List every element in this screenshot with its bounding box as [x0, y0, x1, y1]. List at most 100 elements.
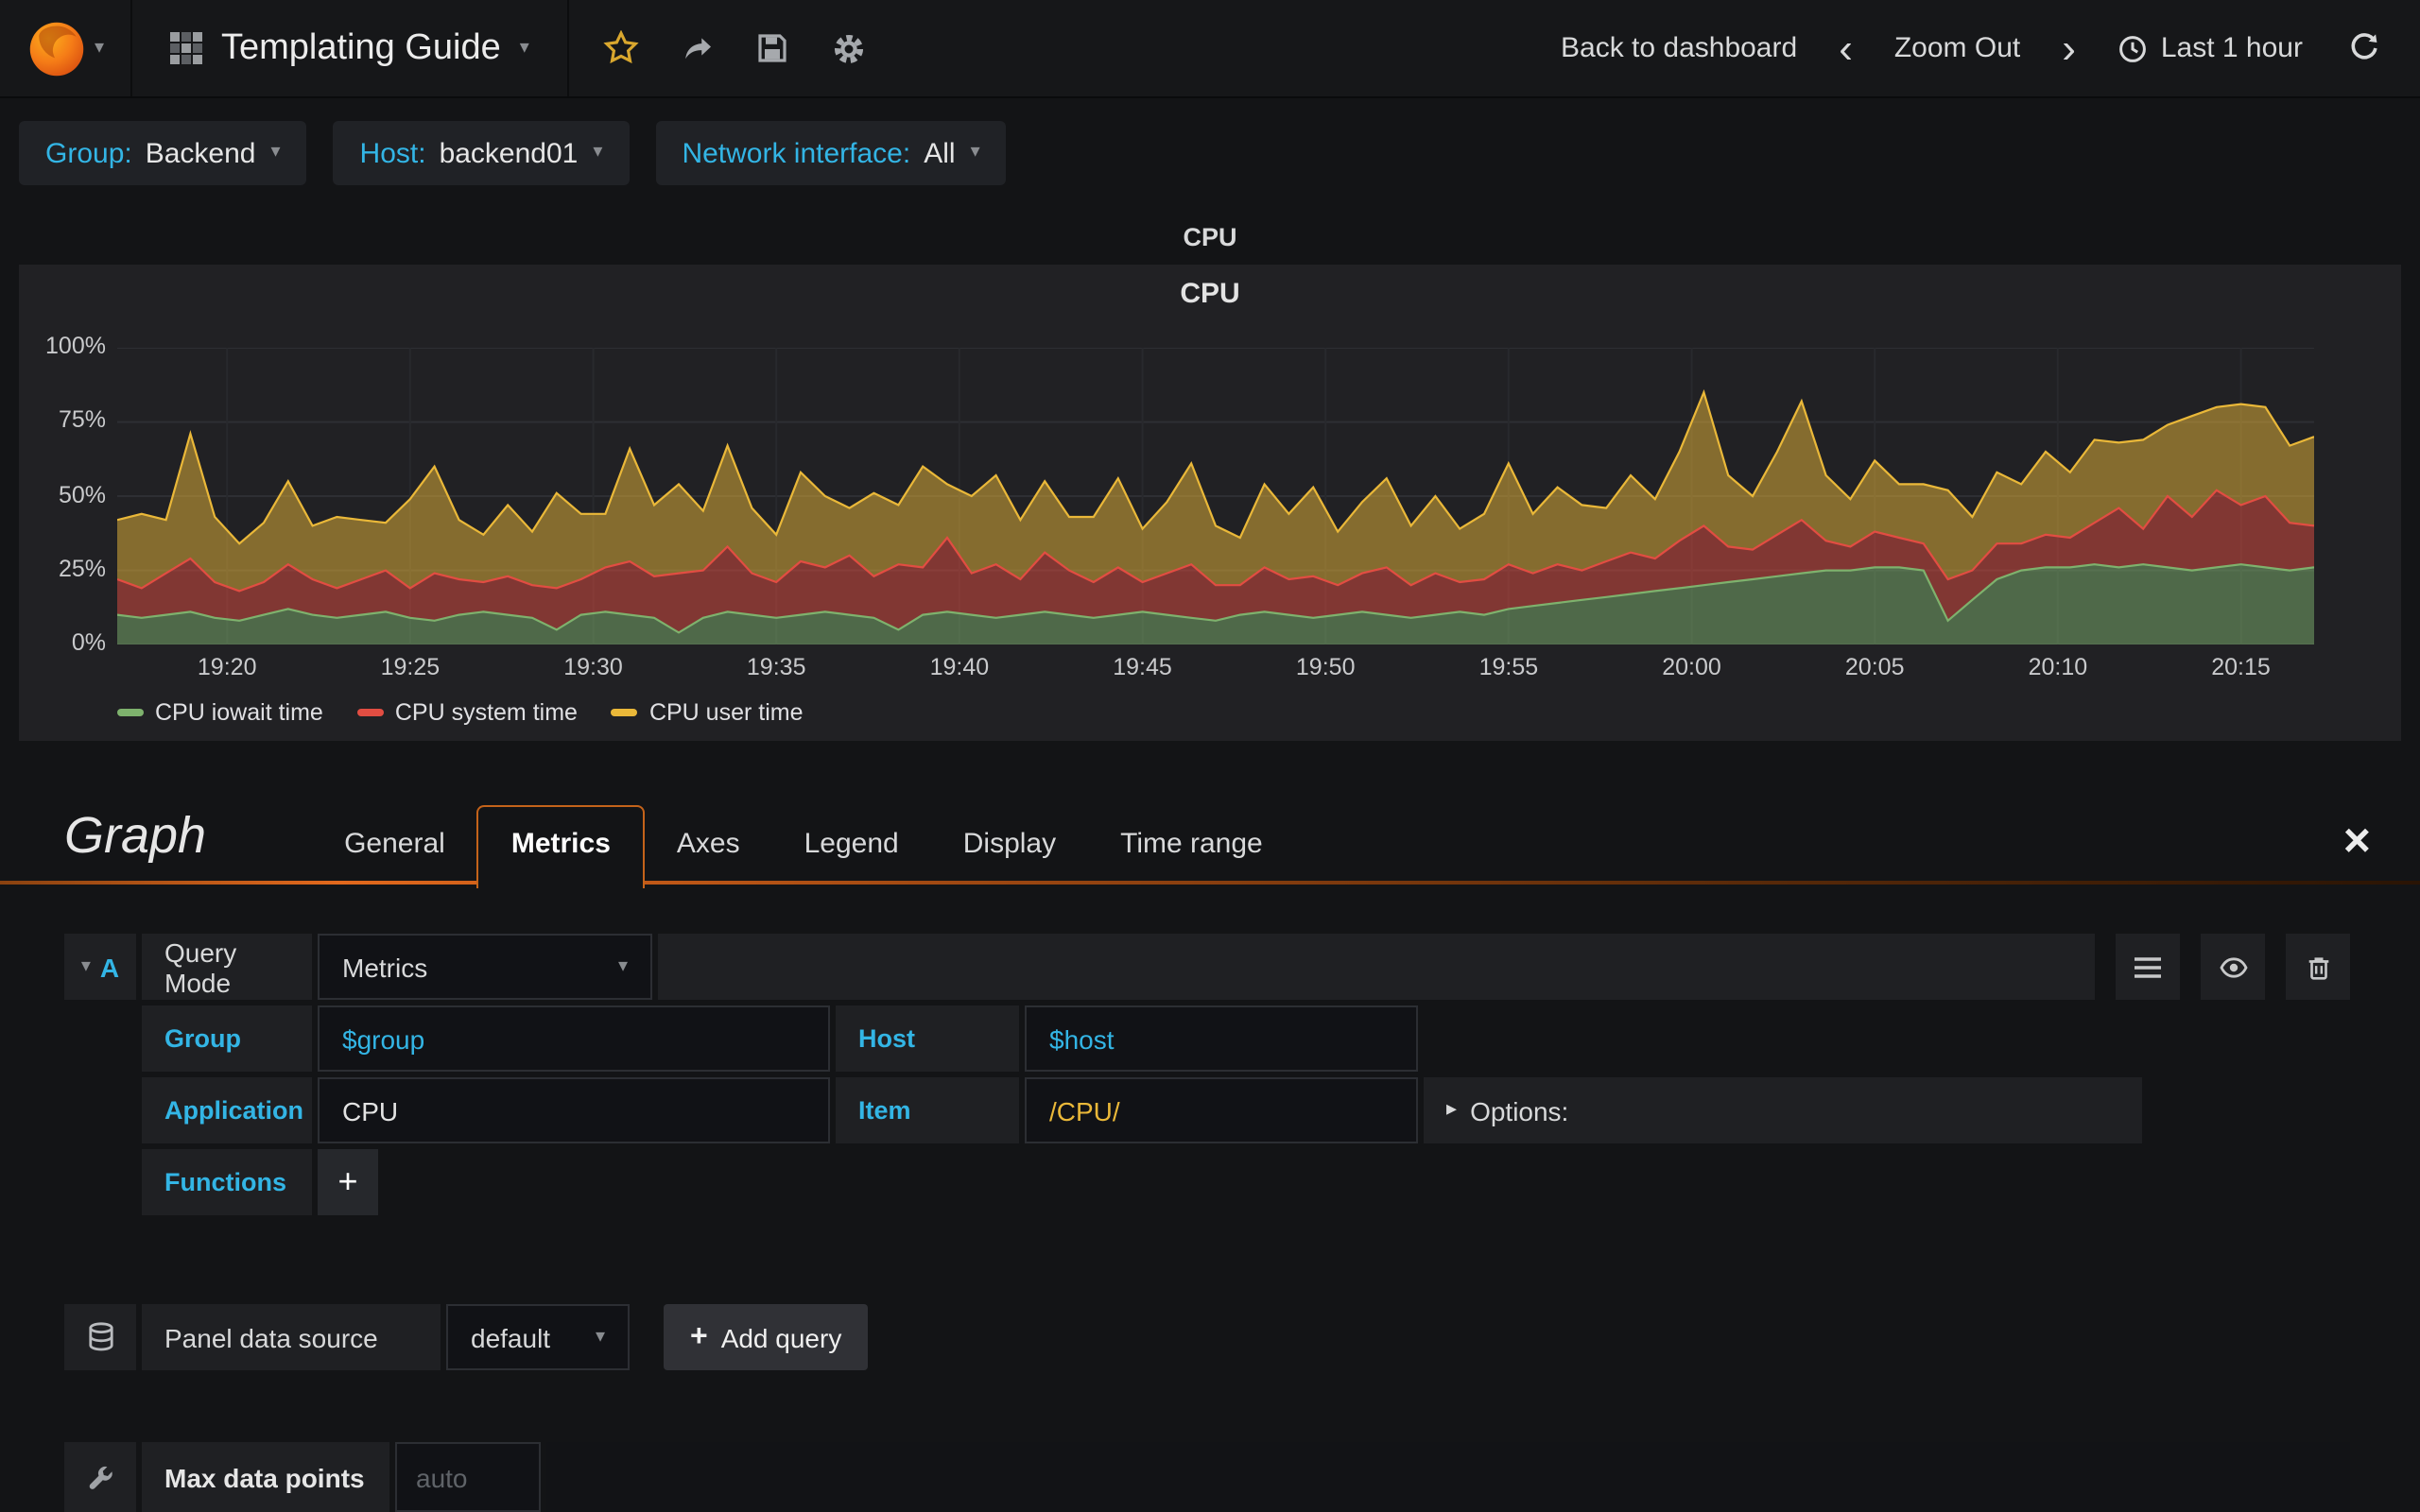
y-axis-label: 100% — [45, 333, 106, 359]
grafana-app: ▾ Templating Guide ▾ Back to dashboard ‹… — [0, 0, 2420, 1512]
query-mode-label: Query Mode — [142, 934, 312, 1000]
add-query-button[interactable]: + Add query — [664, 1304, 869, 1370]
legend-item[interactable]: CPU system time — [356, 699, 578, 726]
query-ref-letter: A — [99, 952, 120, 982]
database-icon — [88, 1322, 112, 1351]
dashboard-title-menu[interactable]: Templating Guide ▾ — [132, 0, 569, 96]
y-axis-label: 75% — [58, 406, 106, 434]
options-toggle[interactable]: ▸ Options: — [1424, 1077, 2142, 1143]
tab-axes[interactable]: Axes — [645, 807, 772, 885]
zoom-out-link[interactable]: Zoom Out — [1894, 32, 2020, 64]
application-field[interactable]: CPU — [318, 1077, 830, 1143]
share-icon — [685, 38, 711, 60]
variable-group[interactable]: Group: Backend ▾ — [19, 121, 307, 185]
item-field[interactable]: /CPU/ — [1025, 1077, 1418, 1143]
menu-icon — [2135, 956, 2161, 977]
chart-title: CPU — [1180, 278, 1240, 310]
panel-editor-header: Graph General Metrics Axes Legend Displa… — [0, 741, 2420, 888]
group-label: Group — [142, 1005, 312, 1072]
refresh-button[interactable] — [2341, 32, 2386, 64]
caret-right-icon: ▸ — [1446, 1098, 1458, 1121]
caret-down-icon: ▾ — [270, 142, 281, 163]
x-axis-label: 19:50 — [1295, 654, 1356, 680]
query-editor: ▾ A Query Mode Metrics ▾ Group $group Ho… — [64, 934, 2350, 1215]
legend-swatch-icon — [356, 709, 384, 716]
options-label: Options: — [1470, 1095, 1569, 1125]
item-label: Item — [836, 1077, 1019, 1143]
max-data-points-filler — [546, 1442, 2350, 1512]
time-range-picker[interactable]: Last 1 hour — [2118, 32, 2303, 64]
time-range-label: Last 1 hour — [2160, 32, 2303, 64]
settings-button[interactable] — [815, 0, 883, 96]
legend-label: CPU system time — [394, 699, 578, 726]
star-button[interactable] — [588, 0, 656, 96]
x-axis-label: 19:35 — [746, 654, 806, 680]
query-toggle-visibility-button[interactable] — [2201, 934, 2265, 1000]
refresh-icon — [2350, 33, 2377, 60]
datasource-select[interactable]: default ▾ — [446, 1304, 630, 1370]
graph-panel: CPU 0% 25% 50% 75% 100% 19:20 19:25 19:30 19:35… — [19, 265, 2401, 741]
caret-down-icon: ▾ — [617, 955, 628, 976]
chevron-right-icon[interactable]: › — [2058, 26, 2080, 69]
x-axis-label: 20:10 — [2028, 654, 2088, 680]
query-delete-button[interactable] — [2286, 934, 2350, 1000]
host-field[interactable]: $host — [1025, 1005, 1418, 1072]
query-ref-toggle[interactable]: ▾ A — [64, 934, 136, 1000]
tab-general[interactable]: General — [312, 807, 477, 885]
variable-label: Network interface: — [682, 137, 911, 169]
grafana-menu[interactable]: ▾ — [0, 0, 132, 96]
variable-value: Backend — [145, 137, 256, 169]
query-mode-select[interactable]: Metrics ▾ — [318, 934, 652, 1000]
back-to-dashboard-link[interactable]: Back to dashboard — [1561, 32, 1797, 64]
chart-plot[interactable]: 0% 25% 50% 75% 100% 19:20 19:25 19:30 19:35 19:4… — [45, 333, 2314, 680]
caret-down-icon: ▾ — [519, 37, 529, 58]
grafana-logo-icon — [29, 21, 84, 76]
x-axis-label: 19:30 — [563, 654, 623, 680]
template-variables-row: Group: Backend ▾ Host: backend01 ▾ Netwo… — [0, 98, 2420, 208]
group-field[interactable]: $group — [318, 1005, 830, 1072]
caret-down-icon: ▾ — [80, 955, 91, 976]
query-row-application-item: Application CPU Item /CPU/ ▸ Options: — [142, 1077, 2350, 1143]
legend-item[interactable]: CPU user time — [611, 699, 804, 726]
legend-item[interactable]: CPU iowait time — [117, 699, 323, 726]
tab-display[interactable]: Display — [931, 807, 1088, 885]
max-data-points-input[interactable] — [395, 1442, 541, 1512]
query-row-filler — [658, 934, 2095, 1000]
wrench-icon — [89, 1465, 112, 1488]
tab-legend[interactable]: Legend — [772, 807, 931, 885]
plus-icon: + — [690, 1320, 708, 1352]
dashboard-title: Templating Guide — [221, 27, 501, 67]
legend-swatch-icon — [611, 709, 638, 716]
max-data-points-label: Max data points — [142, 1442, 389, 1512]
tab-metrics[interactable]: Metrics — [476, 805, 645, 888]
x-axis: 19:20 19:25 19:30 19:35 19:40 19:45 19:50 19:55… — [117, 654, 2314, 684]
add-query-label: Add query — [720, 1322, 842, 1352]
panel-options-icon-cell — [64, 1442, 136, 1512]
query-row-a: ▾ A Query Mode Metrics ▾ — [64, 934, 2350, 1000]
chevron-left-icon[interactable]: ‹ — [1835, 26, 1857, 69]
x-axis-label: 19:20 — [197, 654, 257, 680]
y-axis: 0% 25% 50% 75% 100% — [23, 333, 106, 656]
top-navbar: ▾ Templating Guide ▾ Back to dashboard ‹… — [0, 0, 2420, 98]
tab-time-range[interactable]: Time range — [1088, 807, 1295, 885]
panel-title[interactable]: CPU — [0, 223, 2420, 253]
y-axis-label: 25% — [58, 555, 106, 582]
variable-label: Group: — [45, 137, 132, 169]
x-axis-label: 20:05 — [1844, 654, 1905, 680]
query-menu-button[interactable] — [2116, 934, 2180, 1000]
query-row-group-host: Group $group Host $host — [142, 1005, 2350, 1072]
variable-host[interactable]: Host: backend01 ▾ — [333, 121, 630, 185]
variable-network-interface[interactable]: Network interface: All ▾ — [655, 121, 1007, 185]
gear-icon — [834, 33, 863, 63]
x-axis-label: 19:55 — [1478, 654, 1539, 680]
save-button[interactable] — [739, 0, 807, 96]
share-button[interactable] — [664, 0, 732, 96]
caret-down-icon: ▾ — [970, 142, 980, 163]
query-row-functions: Functions + — [142, 1149, 2350, 1215]
close-icon[interactable]: × — [2343, 817, 2371, 885]
functions-label: Functions — [142, 1149, 312, 1215]
add-function-button[interactable]: + — [318, 1149, 378, 1215]
variable-value: All — [924, 137, 956, 169]
legend-swatch-icon — [117, 709, 144, 716]
chart-legend: CPU iowait time CPU system time CPU user t… — [117, 699, 804, 726]
